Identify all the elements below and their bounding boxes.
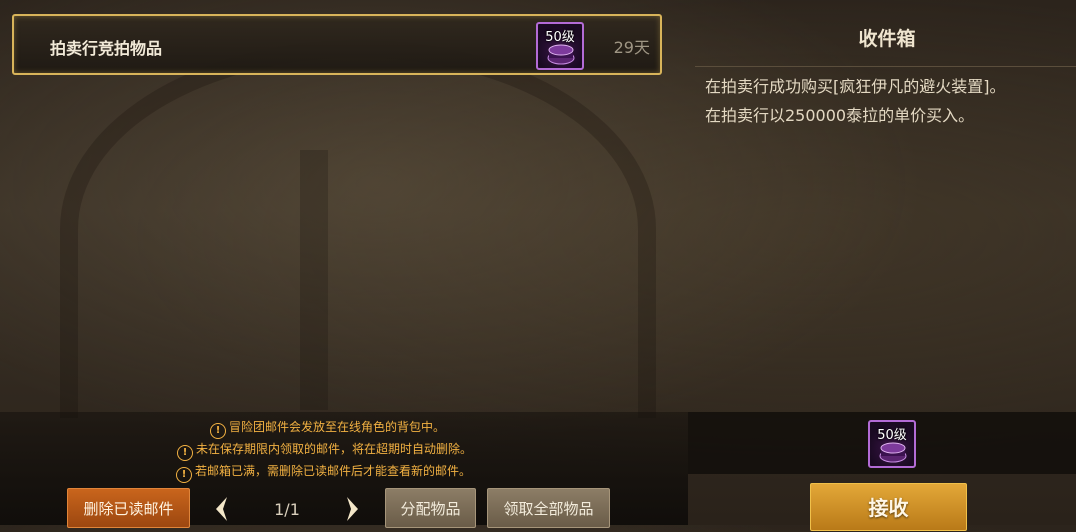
warning-icon: !	[177, 445, 193, 461]
mail-body-line: 在拍卖行成功购买[疯狂伊凡的避火装置]。	[705, 77, 1006, 96]
receive-button[interactable]: 接收	[810, 483, 967, 531]
panel-title: 收件箱	[858, 28, 916, 50]
mail-body: 在拍卖行成功购买[疯狂伊凡的避火装置]。 在拍卖行以250000泰拉的单价买入。	[705, 72, 1065, 130]
mail-title: 拍卖行竞拍物品	[50, 39, 163, 58]
delete-read-mail-button[interactable]: 删除已读邮件	[67, 488, 190, 528]
notice-line: ! 若邮箱已满，需删除已读邮件后才能查看新的邮件。	[176, 462, 864, 483]
page-indicator: 1/1	[274, 500, 300, 519]
chevron-right-icon[interactable]	[343, 494, 363, 524]
background-post	[300, 150, 328, 410]
chevron-left-icon[interactable]	[211, 494, 231, 524]
fire-device-item-icon: 50级	[536, 22, 584, 70]
claim-all-items-button[interactable]: 领取全部物品	[487, 488, 610, 528]
notice-line: ! 冒险团邮件会发放至在线角色的背包中。	[210, 418, 898, 439]
background-arch	[60, 40, 656, 418]
mail-list-item[interactable]: 拍卖行竞拍物品 50级 29天	[12, 14, 662, 75]
assign-items-button[interactable]: 分配物品	[385, 488, 476, 528]
mail-body-line: 在拍卖行以250000泰拉的单价买入。	[705, 106, 975, 125]
notice-text: 若邮箱已满，需删除已读邮件后才能查看新的邮件。	[195, 464, 472, 478]
notice-line: ! 未在保存期限内领取的邮件，将在超期时自动删除。	[177, 440, 865, 461]
notice-text: 未在保存期限内领取的邮件，将在超期时自动删除。	[196, 442, 473, 456]
notice-text: 冒险团邮件会发放至在线角色的背包中。	[229, 420, 446, 434]
panel-divider	[695, 66, 1076, 67]
warning-icon: !	[176, 467, 192, 483]
mail-days-left: 29天	[613, 38, 650, 57]
warning-icon: !	[210, 423, 226, 439]
